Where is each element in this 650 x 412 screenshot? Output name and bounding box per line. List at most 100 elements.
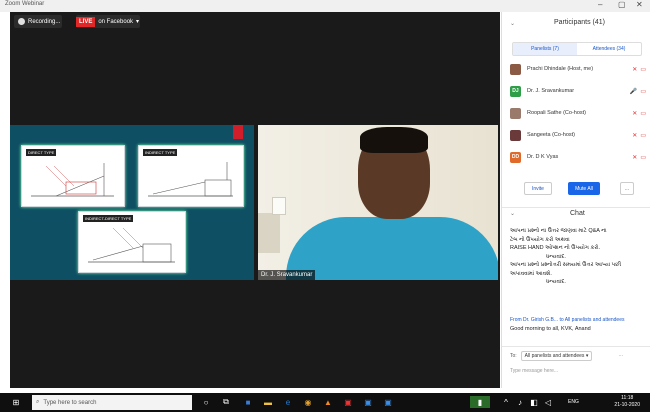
chat-header: Chat [570,210,585,217]
participant-status-icons: ✕ ▭ [632,132,646,139]
video-off-icon[interactable]: ▭ [640,66,646,73]
battery-indicator-icon[interactable]: ▮ [470,396,490,408]
avatar [510,129,521,141]
window-titlebar: Zoom Webinar – ▢ ✕ [0,0,650,12]
participant-video[interactable]: Dr. J. Sravankumar [258,125,498,280]
mic-muted-icon[interactable]: ✕ [632,110,637,117]
participant-status-icons: 🎤 ▭ [630,88,646,95]
speaker-shirt [286,217,498,280]
zoom-app-icon[interactable]: ▣ [362,396,374,408]
card-label: INDIRECT-DIRECT TYPE [83,215,134,222]
video-off-icon[interactable]: ▭ [640,132,646,139]
app-icon-red[interactable]: ▣ [342,396,354,408]
window-title: Zoom Webinar [5,1,45,7]
tab-attendees[interactable]: Attendees (34) [577,43,641,55]
mic-muted-icon[interactable]: ✕ [632,154,637,161]
chat-line: RAISE HAND ઓપ્શન નો ઉપયોગ કરો. [510,245,601,251]
recording-label: Recording... [28,18,61,25]
recipient-select[interactable]: All panelists and attendees ▾ [520,351,593,361]
search-placeholder: Type here to search [43,399,97,406]
video-off-icon[interactable]: ▭ [640,110,646,117]
video-off-icon[interactable]: ▭ [640,88,646,95]
mic-muted-icon[interactable]: ✕ [632,132,637,139]
to-label: To: [510,353,517,359]
task-view-icon[interactable]: ⧉ [220,396,232,408]
participant-name: Prachi Dhindale (Host, me) [527,66,594,72]
chat-line: ધન્યવાદ. [546,279,566,285]
live-target-label: on Facebook [98,18,134,25]
clock-date: 21-10-2020 [614,402,640,408]
chat-from-label: From Dr. Girish G.B... to All panelists … [510,317,625,323]
chat-recipient-row: To: All panelists and attendees ▾ ··· [510,351,623,361]
video-name-tag: Dr. J. Sravankumar [258,270,316,280]
recording-indicator[interactable]: Recording... [14,15,62,28]
participants-tabs: Panelists (7) Attendees (34) [512,42,642,56]
maximize-icon[interactable]: ▢ [618,0,626,9]
participants-header: Participants (41) [554,19,605,26]
chat-more-icon[interactable]: ··· [618,353,623,359]
chat-line: આપના પ્રશ્નો ના ઉત્તર જાણવા માટે Q&A ના [510,228,607,234]
tray-chevron-icon[interactable]: ^ [500,396,512,408]
mute-all-button[interactable]: Mute All [568,182,600,195]
network-icon[interactable]: ◧ [528,396,540,408]
card-label: INDIRECT TYPE [143,149,178,156]
avatar: DJ [510,85,521,97]
mic-on-icon[interactable]: 🎤 [630,88,637,95]
participant-status-icons: ✕ ▭ [632,66,646,73]
live-badge: LIVE [76,16,96,27]
more-button[interactable]: ... [620,182,634,195]
slide-accent-bar [233,125,243,139]
sidebar-panel: ⌄ Participants (41) Panelists (7) Attend… [501,12,650,388]
diagram-card-indirect: INDIRECT TYPE [138,145,244,207]
direct-diagram-icon [31,163,114,197]
store-icon[interactable]: ■ [242,396,254,408]
mic-tray-icon[interactable]: ♪ [514,396,526,408]
speaker-hair [360,127,428,153]
collapse-chevron-icon[interactable]: ⌄ [510,20,515,27]
system-clock[interactable]: 11:18 21-10-2020 [614,395,640,409]
participant-name: Dr. J. Sravankumar [527,88,575,94]
participant-name: Roopali Sathe (Co-host) [527,110,587,116]
tab-panelists[interactable]: Panelists (7) [513,43,577,55]
chat-input[interactable]: Type message here... [510,368,558,374]
video-shelf [258,213,280,253]
video-off-icon[interactable]: ▭ [640,154,646,161]
live-stream-indicator[interactable]: LIVE on Facebook ▾ [76,15,140,28]
edge-icon[interactable]: e [282,396,294,408]
cortana-icon[interactable]: ○ [200,396,212,408]
indirect-diagram-icon [148,162,233,197]
participant-name: Sangeeta (Co-host) [527,132,575,138]
chat-line: અપાવવામાં આવશે. [510,270,552,277]
diagram-card-indirect-direct: INDIRECT-DIRECT TYPE [78,211,186,273]
mic-muted-icon[interactable]: ✕ [632,66,637,73]
chat-line: આપના પ્રશ્નો પ્રશ્નોત્તરી સમયમાં ઉત્તર આ… [510,262,622,268]
chat-collapse-chevron-icon[interactable]: ⌄ [510,210,515,217]
chat-message-body: આપના પ્રશ્નો ના ઉત્તર જાણવા માટે Q&A ના … [510,227,648,287]
taskbar-search-box[interactable]: ⌕ Type here to search [32,395,192,410]
chat-message-text: Good morning to all, KVK, Anand [510,326,591,332]
invite-button[interactable]: Invite [524,182,552,195]
recipient-value: All panelists and attendees [524,353,585,359]
file-explorer-icon[interactable]: ▬ [262,396,274,408]
participant-row[interactable]: DJ Dr. J. Sravankumar 🎤 ▭ [510,84,646,98]
app-icon-blue[interactable]: ▣ [382,396,394,408]
chat-line: ધન્યવાદ. [546,253,566,260]
participant-row[interactable]: Sangeeta (Co-host) ✕ ▭ [510,128,646,142]
minimize-icon[interactable]: – [598,0,602,9]
clock-time: 11:18 [621,395,634,401]
indirect-direct-diagram-icon [88,227,175,263]
close-icon[interactable]: ✕ [636,0,643,9]
card-label: DIRECT TYPE [26,149,57,156]
windows-taskbar: ⊞ ⌕ Type here to search ○ ⧉ ■ ▬ e ◉ ▲ ▣ … [0,393,650,412]
volume-icon[interactable]: ◁ [542,396,554,408]
shared-slide: DIRECT TYPE INDIRECT TYPE INDIRECT-DIREC… [10,125,254,280]
participant-row[interactable]: DD Dr. D K Vyas ✕ ▭ [510,150,646,164]
participant-status-icons: ✕ ▭ [632,110,646,117]
wall-switch [272,197,286,215]
participant-row[interactable]: Prachi Dhindale (Host, me) ✕ ▭ [510,62,646,76]
windows-start-icon[interactable]: ⊞ [10,396,22,408]
chrome-icon[interactable]: ◉ [302,396,314,408]
language-indicator[interactable]: ENG [568,399,579,405]
vlc-icon[interactable]: ▲ [322,396,334,408]
participant-row[interactable]: Roopali Sathe (Co-host) ✕ ▭ [510,106,646,120]
